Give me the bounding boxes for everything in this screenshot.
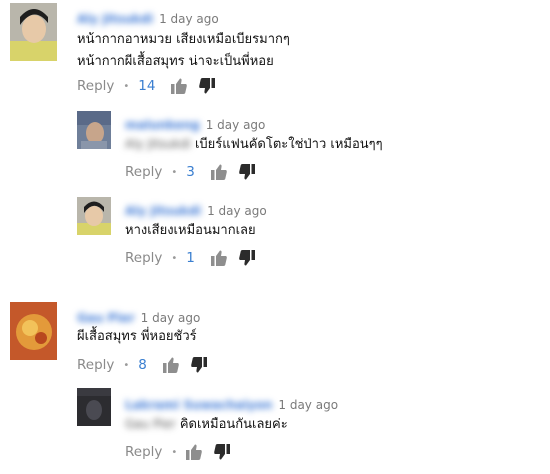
- avatar[interactable]: [10, 3, 57, 61]
- comment-actions: Reply • 3: [125, 164, 267, 180]
- reply-button[interactable]: Reply: [77, 357, 114, 373]
- comment-header: Lakrami Suwachaiyon 1 day ago: [125, 394, 338, 413]
- timestamp[interactable]: 1 day ago: [206, 118, 266, 132]
- comment-text-line: เบียร์แฟนคัดโตะใช่ป่าว เหมือนๆๆ: [194, 137, 383, 152]
- timestamp[interactable]: 1 day ago: [159, 12, 219, 26]
- thumbs-down-icon[interactable]: [199, 78, 216, 94]
- author-name[interactable]: Aly Jitsukdi: [77, 12, 153, 26]
- reply-button[interactable]: Reply: [77, 78, 114, 94]
- comment-text-line: ผีเสื้อสมุทร พี่หอยชัวร์: [77, 329, 197, 344]
- mention-link[interactable]: Aly Jitsukdi: [125, 137, 191, 151]
- thumbs-up-icon[interactable]: [186, 444, 203, 460]
- like-count: 14: [138, 78, 156, 94]
- reply-button[interactable]: Reply: [125, 444, 162, 460]
- thumbs-down-icon[interactable]: [191, 357, 207, 373]
- avatar-image: [10, 3, 57, 61]
- reply-button[interactable]: Reply: [125, 250, 162, 266]
- comment-text-line: คิดเหมือนกันเลยค่ะ: [179, 417, 288, 432]
- like-count: 8: [138, 357, 147, 373]
- avatar-image: [77, 111, 111, 149]
- author-name[interactable]: Lakrami Suwachaiyon: [125, 398, 272, 412]
- author-name[interactable]: Gau Pier: [77, 311, 135, 325]
- separator-dot: •: [171, 166, 178, 178]
- like-count: 3: [186, 164, 195, 180]
- comment-actions: Reply • 8: [77, 357, 219, 373]
- mention-link[interactable]: Gau Pier: [125, 417, 176, 431]
- avatar-image: [10, 302, 57, 360]
- author-name[interactable]: malunkeng: [125, 118, 200, 132]
- like-count: 1: [186, 250, 195, 266]
- comment-actions: Reply • 14: [77, 78, 227, 94]
- comment-text: Aly Jitsukdi เบียร์แฟนคัดโตะใช่ป่าว เหมื…: [125, 133, 383, 156]
- avatar[interactable]: [77, 197, 111, 235]
- timestamp[interactable]: 1 day ago: [207, 204, 267, 218]
- comment-text: ผีเสื้อสมุทร พี่หอยชัวร์: [77, 326, 197, 348]
- thumbs-up-icon[interactable]: [162, 357, 179, 373]
- timestamp[interactable]: 1 day ago: [141, 311, 201, 325]
- separator-dot: •: [171, 252, 178, 264]
- separator-dot: •: [123, 359, 130, 371]
- comment-text-line: หน้ากากอาหมวย เสียงเหมือเบียรมากๆ: [77, 32, 290, 47]
- comment-header: Aly Jitsukdi 1 day ago: [77, 8, 219, 27]
- thumbs-up-icon[interactable]: [210, 164, 227, 180]
- timestamp[interactable]: 1 day ago: [278, 398, 338, 412]
- thumbs-up-icon[interactable]: [171, 78, 188, 94]
- thumbs-down-icon[interactable]: [214, 444, 231, 460]
- thumbs-down-icon[interactable]: [239, 250, 255, 266]
- comment-header: malunkeng 1 day ago: [125, 114, 265, 133]
- comment-text: Gau Pier คิดเหมือนกันเลยค่ะ: [125, 413, 288, 436]
- thumbs-up-icon[interactable]: [210, 250, 227, 266]
- avatar[interactable]: [77, 111, 111, 149]
- avatar-image: [77, 388, 111, 426]
- author-name[interactable]: Aly Jitsukdi: [125, 204, 201, 218]
- comment-actions: Reply •: [125, 444, 242, 460]
- comment-text-line: หางเสียงเหมือนมากเลย: [125, 223, 256, 238]
- reply-button[interactable]: Reply: [125, 164, 162, 180]
- separator-dot: •: [171, 446, 178, 458]
- comment-text: หางเสียงเหมือนมากเลย: [125, 220, 256, 242]
- avatar[interactable]: [10, 302, 57, 360]
- comment-header: Gau Pier 1 day ago: [77, 307, 200, 326]
- avatar-image: [77, 197, 111, 235]
- separator-dot: •: [123, 80, 130, 92]
- comment-text: หน้ากากอาหมวย เสียงเหมือเบียรมากๆ หน้ากา…: [77, 29, 290, 73]
- comment-text-line: หน้ากากผีเสื้อสมุทร น่าจะเป็นพี่หอย: [77, 54, 274, 69]
- comment-header: Aly Jitsukdi 1 day ago: [125, 200, 267, 219]
- comment-actions: Reply • 1: [125, 250, 267, 266]
- thumbs-down-icon[interactable]: [239, 164, 255, 180]
- avatar[interactable]: [77, 388, 111, 426]
